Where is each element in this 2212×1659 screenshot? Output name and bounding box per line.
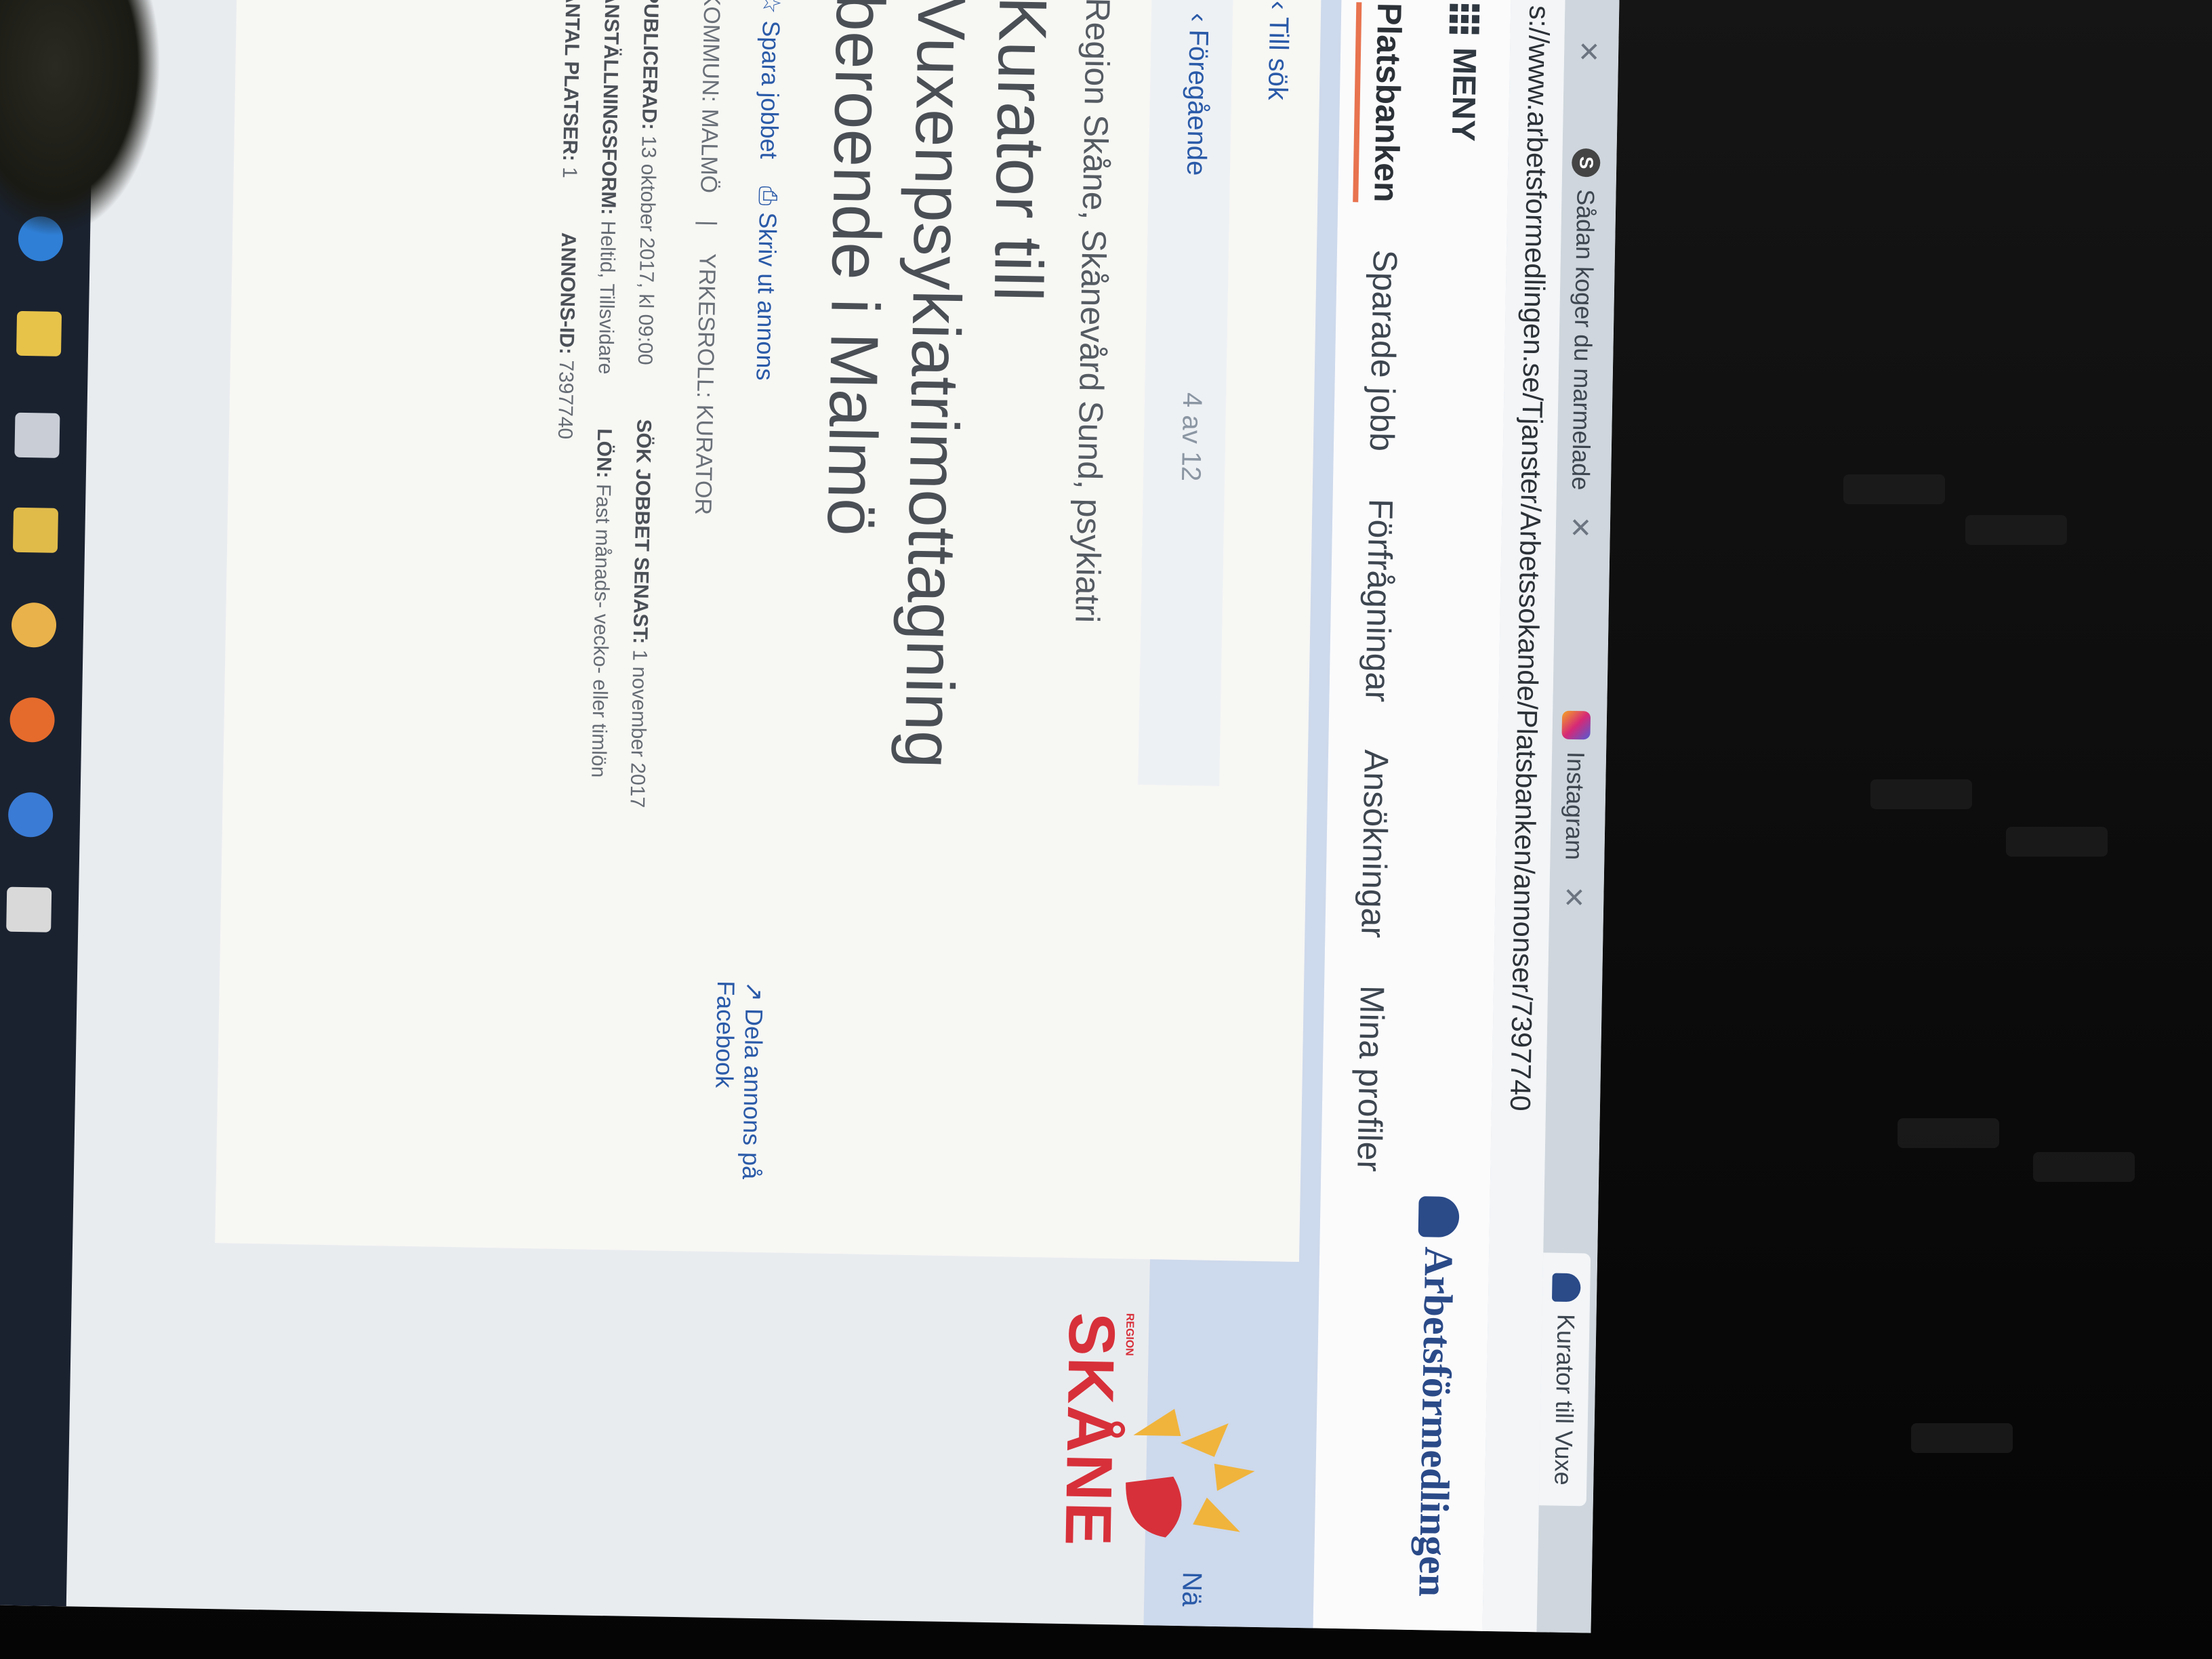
grid-menu-icon bbox=[1450, 3, 1480, 35]
store-icon[interactable] bbox=[14, 412, 60, 458]
file-explorer-icon[interactable] bbox=[16, 310, 62, 356]
url-text[interactable]: s://www.arbetsformedlingen.se/Tjanster/A… bbox=[1504, 5, 1555, 1112]
internet-explorer-icon[interactable] bbox=[7, 792, 54, 838]
instagram-icon bbox=[1561, 710, 1591, 740]
close-tab-icon[interactable]: ✕ bbox=[1564, 516, 1596, 539]
print-ad-button[interactable]: ⎙ Skriv ut annons bbox=[750, 186, 782, 381]
sok-senast-field: SÖK JOBBET SENAST: 1 november 2017 bbox=[617, 419, 663, 808]
skane-sun-icon bbox=[1126, 1408, 1255, 1538]
site-header: MENY Arbetsförmedlingen Platsbanken Spar… bbox=[1313, 0, 1512, 1631]
platser-label: ANTAL PLATSER: bbox=[558, 0, 584, 162]
tab-label: Instagram bbox=[1560, 751, 1591, 861]
tab-ansokningar[interactable]: Ansökningar bbox=[1340, 749, 1396, 939]
anstallningsform-field: ANSTÄLLNINGSFORM: Heltid, Tillsvidare bbox=[586, 0, 632, 375]
close-tab-icon[interactable]: ✕ bbox=[1572, 40, 1604, 63]
close-tab-icon[interactable]: ✕ bbox=[1557, 886, 1589, 909]
tab-forfragningar[interactable]: Förfrågningar bbox=[1344, 498, 1400, 703]
windows-taskbar bbox=[0, 0, 96, 1607]
site-nav: Platsbanken Sparade jobb Förfrågningar A… bbox=[1336, 2, 1410, 1172]
browser-tab-active[interactable]: Kurator till Vuxe bbox=[1538, 1252, 1591, 1507]
firefox-icon[interactable] bbox=[9, 697, 56, 743]
job-title: Kurator till Vuxenpsykiatrimottagning be… bbox=[813, 0, 1061, 769]
anstallning-label: ANSTÄLLNINGSFORM: bbox=[596, 0, 623, 216]
af-logo-mark-icon bbox=[1418, 1196, 1460, 1238]
share-label: Dela annons på Facebook bbox=[710, 980, 769, 1180]
annons-id-value: 7397740 bbox=[553, 360, 577, 440]
publicerad-label: PUBLICERAD: bbox=[637, 0, 663, 130]
lon-value: Fast månads- vecko- eller timlön bbox=[587, 483, 615, 778]
tab-sparade-jobb[interactable]: Sparade jobb bbox=[1349, 249, 1405, 452]
lon-label: LÖN: bbox=[592, 428, 616, 478]
yrkesroll-label: YRKESROLL: bbox=[692, 253, 720, 398]
tab-mina-profiler[interactable]: Mina profiler bbox=[1336, 985, 1392, 1172]
arbetsformedlingen-icon bbox=[1551, 1273, 1581, 1303]
region-skane-logo: REGION SKÅNE bbox=[1009, 1311, 1258, 1586]
save-job-label: Spara jobbet bbox=[755, 20, 785, 159]
chrome-icon[interactable] bbox=[11, 602, 57, 648]
ad-metadata: PUBLICERAD: 13 oktober 2017, kl 09:00 SÖ… bbox=[538, 0, 670, 808]
back-to-search-link[interactable]: ‹ Till sök bbox=[1262, 1, 1294, 100]
listing-pager: ‹ Föregående 4 av 12 bbox=[1138, 0, 1233, 786]
envelope-icon[interactable] bbox=[6, 886, 52, 933]
anstallning-value: Heltid, Tillsvidare bbox=[594, 220, 619, 375]
menu-button[interactable]: MENY bbox=[1444, 3, 1484, 142]
mail-icon[interactable] bbox=[12, 507, 59, 553]
previous-label: Föregående bbox=[1181, 29, 1214, 176]
publicerad-value: 13 oktober 2017, kl 09:00 bbox=[633, 135, 660, 365]
lon-field: LÖN: Fast månads- vecko- eller timlön bbox=[578, 428, 623, 778]
yrkesroll-value: KURATOR bbox=[690, 404, 718, 516]
tab-platsbanken[interactable]: Platsbanken bbox=[1353, 2, 1410, 203]
laptop-screen: ✕ S Sådan koger du marmelade ✕ Instagram… bbox=[0, 0, 1620, 1633]
employer-name: Region Skåne, Skånevård Sund, psykiatri bbox=[1068, 0, 1118, 623]
browser-tab[interactable]: S Sådan koger du marmelade ✕ bbox=[1555, 128, 1610, 560]
publicerad-field: PUBLICERAD: 13 oktober 2017, kl 09:00 bbox=[625, 0, 671, 365]
sok-senast-label: SÖK JOBBET SENAST: bbox=[628, 419, 655, 644]
logo-text: Arbetsförmedlingen bbox=[1410, 1246, 1462, 1597]
save-job-button[interactable]: ☆ Spara jobbet bbox=[754, 0, 785, 159]
antal-platser-field: ANTAL PLATSER: 1 bbox=[550, 0, 592, 179]
sok-senast-value: 1 november 2017 bbox=[626, 649, 651, 808]
browser-tab[interactable]: ✕ bbox=[1563, 6, 1612, 84]
annons-id-field: ANNONS-ID: 7397740 bbox=[545, 232, 588, 440]
tab-label: Kurator till Vuxe bbox=[1549, 1313, 1580, 1486]
kommun-label: KOMMUN: bbox=[697, 0, 725, 103]
tab-label: Sådan koger du marmelade bbox=[1566, 188, 1600, 491]
job-ad-card: ‹ Till sök ‹ Föregående 4 av 12 Region S… bbox=[215, 0, 1322, 1263]
back-label: Till sök bbox=[1262, 16, 1294, 101]
yrkesroll-field: YRKESROLL: KURATOR bbox=[689, 253, 720, 516]
platser-value: 1 bbox=[558, 167, 581, 179]
s-icon: S bbox=[1571, 148, 1601, 178]
menu-label: MENY bbox=[1444, 47, 1483, 142]
divider: | bbox=[695, 220, 721, 227]
print-label: Skriv ut annons bbox=[751, 212, 782, 381]
share-facebook-button[interactable]: ↗ Dela annons på Facebook bbox=[707, 981, 769, 1252]
plant-leaf-foreground bbox=[0, 0, 163, 239]
browser-tab[interactable]: Instagram ✕ bbox=[1549, 690, 1601, 929]
kommun-value: MALMÖ bbox=[695, 108, 723, 194]
kommun-field: KOMMUN: MALMÖ bbox=[695, 0, 724, 193]
ad-actions: ☆ Spara jobbet ⎙ Skriv ut annons bbox=[750, 0, 785, 381]
arbetsformedlingen-logo[interactable]: Arbetsförmedlingen bbox=[1409, 1196, 1462, 1597]
annons-id-label: ANNONS-ID: bbox=[555, 232, 580, 355]
previous-link[interactable]: ‹ Föregående bbox=[1181, 13, 1214, 176]
skane-word: SKÅNE bbox=[1051, 1311, 1128, 1548]
listing-counter: 4 av 12 bbox=[1175, 392, 1208, 482]
ad-roles: KOMMUN: MALMÖ | YRKESROLL: KURATOR bbox=[689, 0, 724, 515]
